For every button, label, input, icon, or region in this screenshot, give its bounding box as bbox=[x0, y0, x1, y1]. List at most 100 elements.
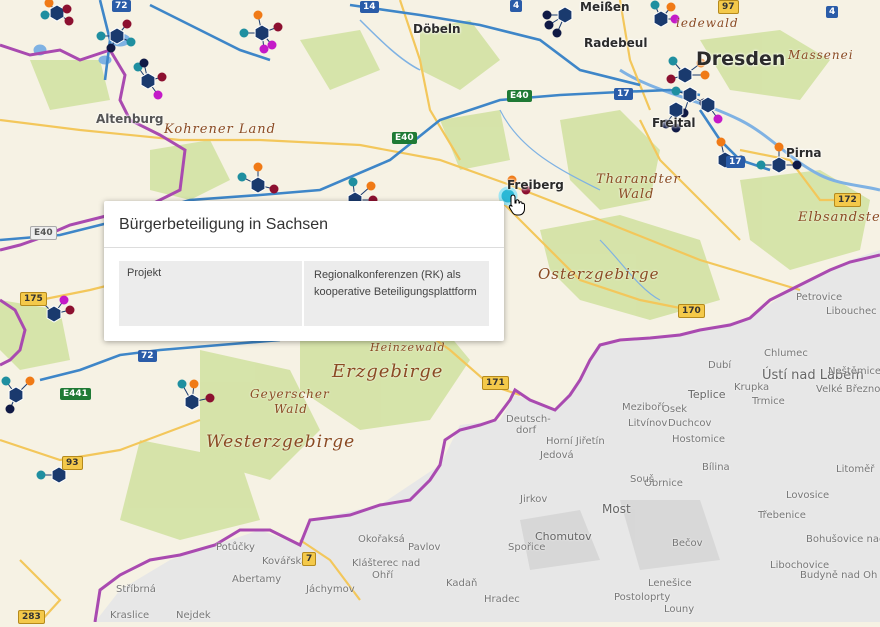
point-marker[interactable] bbox=[5, 404, 15, 414]
point-marker[interactable] bbox=[157, 72, 167, 82]
road-shield-b170: 170 bbox=[678, 304, 705, 318]
cz-label-sous: Souš bbox=[630, 474, 655, 485]
city-label-freiberg: Freiberg bbox=[507, 178, 564, 192]
point-marker[interactable] bbox=[59, 295, 69, 305]
point-marker[interactable] bbox=[716, 137, 726, 147]
point-marker[interactable] bbox=[126, 37, 136, 47]
cz-label-kadan: Kadaň bbox=[446, 578, 478, 589]
cz-label-mezibori: Meziboří bbox=[622, 402, 665, 413]
point-marker[interactable] bbox=[40, 10, 50, 20]
hexagon-marker[interactable] bbox=[46, 305, 62, 323]
region-label-kohrener-land: Kohrener Land bbox=[164, 122, 276, 137]
popup-column-divider bbox=[302, 261, 304, 326]
point-marker[interactable] bbox=[259, 44, 269, 54]
point-marker[interactable] bbox=[650, 0, 660, 10]
point-marker[interactable] bbox=[253, 162, 263, 172]
cz-label-budyne: Budyně nad Oh bbox=[800, 570, 878, 581]
cz-label-spoice: Spořice bbox=[508, 542, 546, 553]
popup-attribute-table: Projekt Regionalkonferenzen (RK) als koo… bbox=[119, 261, 489, 326]
point-marker[interactable] bbox=[65, 305, 75, 315]
cz-label-potucky: Potůčky bbox=[216, 542, 255, 553]
point-marker[interactable] bbox=[552, 28, 562, 38]
hexagon-marker[interactable] bbox=[254, 24, 270, 42]
cz-label-hradec: Hradec bbox=[484, 594, 520, 605]
point-marker[interactable] bbox=[1, 376, 11, 386]
point-marker[interactable] bbox=[273, 22, 283, 32]
point-marker[interactable] bbox=[700, 70, 710, 80]
road-shield-e441: E441 bbox=[60, 388, 91, 400]
road-shield-a17-1: 17 bbox=[614, 88, 633, 100]
region-label-heinzewald: Heinzewald bbox=[370, 341, 446, 354]
feature-popup[interactable]: Bürgerbeteiligung in Sachsen Projekt Reg… bbox=[104, 201, 504, 341]
point-marker[interactable] bbox=[25, 376, 35, 386]
point-marker[interactable] bbox=[666, 74, 676, 84]
cz-label-nestemice: Neštěmice bbox=[828, 366, 880, 377]
point-marker[interactable] bbox=[756, 160, 766, 170]
hexagon-marker[interactable] bbox=[653, 10, 669, 28]
road-shield-a14: 14 bbox=[360, 1, 379, 13]
cz-label-lenesice: Lenešice bbox=[648, 578, 692, 589]
road-shield-a17-2: 17 bbox=[726, 156, 745, 168]
region-label-geyerscher: Geyerscher bbox=[250, 387, 330, 401]
cz-label-bohusovice: Bohušovice nad bbox=[806, 534, 880, 545]
cz-label-becov: Bečov bbox=[672, 538, 703, 549]
hexagon-marker[interactable] bbox=[184, 393, 200, 411]
point-marker[interactable] bbox=[253, 10, 263, 20]
point-marker[interactable] bbox=[177, 379, 187, 389]
hexagon-marker[interactable] bbox=[557, 6, 573, 24]
point-marker[interactable] bbox=[96, 31, 106, 41]
point-marker[interactable] bbox=[542, 10, 552, 20]
point-marker[interactable] bbox=[205, 393, 215, 403]
cz-label-hostomice: Hostomice bbox=[672, 434, 726, 445]
point-marker[interactable] bbox=[348, 177, 358, 187]
point-marker[interactable] bbox=[122, 19, 132, 29]
point-marker[interactable] bbox=[668, 56, 678, 66]
point-marker[interactable] bbox=[267, 40, 277, 50]
city-label-pirna: Pirna bbox=[786, 146, 822, 160]
point-marker[interactable] bbox=[106, 43, 116, 53]
cz-label-deutsch: Deutsch- bbox=[506, 414, 551, 425]
cz-label-jirkov: Jirkov bbox=[520, 494, 548, 505]
city-label-dresden: Dresden bbox=[696, 48, 786, 70]
cz-label-klasterec: Klášterec nad bbox=[352, 558, 421, 569]
point-marker[interactable] bbox=[64, 16, 74, 26]
road-shield-a4-1: 4 bbox=[510, 0, 523, 12]
hexagon-marker[interactable] bbox=[771, 156, 787, 174]
point-marker[interactable] bbox=[366, 181, 376, 191]
popup-divider bbox=[104, 247, 504, 248]
hexagon-marker[interactable] bbox=[677, 66, 693, 84]
popup-field-value: Regionalkonferenzen (RK) als kooperative… bbox=[314, 269, 477, 298]
cz-label-lovosice: Lovosice bbox=[786, 490, 830, 501]
hexagon-marker[interactable] bbox=[140, 72, 156, 90]
point-marker[interactable] bbox=[774, 142, 784, 152]
hexagon-marker[interactable] bbox=[49, 4, 65, 22]
point-marker[interactable] bbox=[713, 114, 723, 124]
point-marker[interactable] bbox=[269, 184, 279, 194]
point-marker[interactable] bbox=[153, 90, 163, 100]
region-label-westerzgebirge: Westerzgebirge bbox=[206, 432, 356, 452]
hexagon-marker[interactable] bbox=[700, 96, 716, 114]
point-marker[interactable] bbox=[237, 172, 247, 182]
cz-label-jachymov: Jáchymov bbox=[306, 584, 355, 595]
point-marker[interactable] bbox=[544, 20, 554, 30]
cz-label-duchcov: Duchcov bbox=[668, 418, 712, 429]
region-label-osterzgebirge: Osterzgebirge bbox=[538, 265, 660, 283]
cz-label-jedova: Jedová bbox=[540, 450, 574, 461]
cz-label-bilina: Bílina bbox=[702, 462, 730, 473]
point-marker[interactable] bbox=[139, 58, 149, 68]
road-shield-b93: 93 bbox=[62, 456, 83, 470]
point-marker[interactable] bbox=[189, 379, 199, 389]
point-marker[interactable] bbox=[792, 160, 802, 170]
cz-label-postoloprty: Postoloprty bbox=[614, 592, 671, 603]
hexagon-marker[interactable] bbox=[109, 27, 125, 45]
point-marker[interactable] bbox=[671, 86, 681, 96]
hexagon-marker[interactable] bbox=[8, 386, 24, 404]
cz-label-chlumec: Chlumec bbox=[764, 348, 808, 359]
point-marker[interactable] bbox=[239, 28, 249, 38]
hexagon-marker[interactable] bbox=[682, 86, 698, 104]
point-marker[interactable] bbox=[666, 2, 676, 12]
point-marker[interactable] bbox=[36, 470, 46, 480]
hexagon-marker[interactable] bbox=[250, 176, 266, 194]
road-shield-a72-mid: 72 bbox=[138, 350, 157, 362]
point-marker[interactable] bbox=[62, 4, 72, 14]
